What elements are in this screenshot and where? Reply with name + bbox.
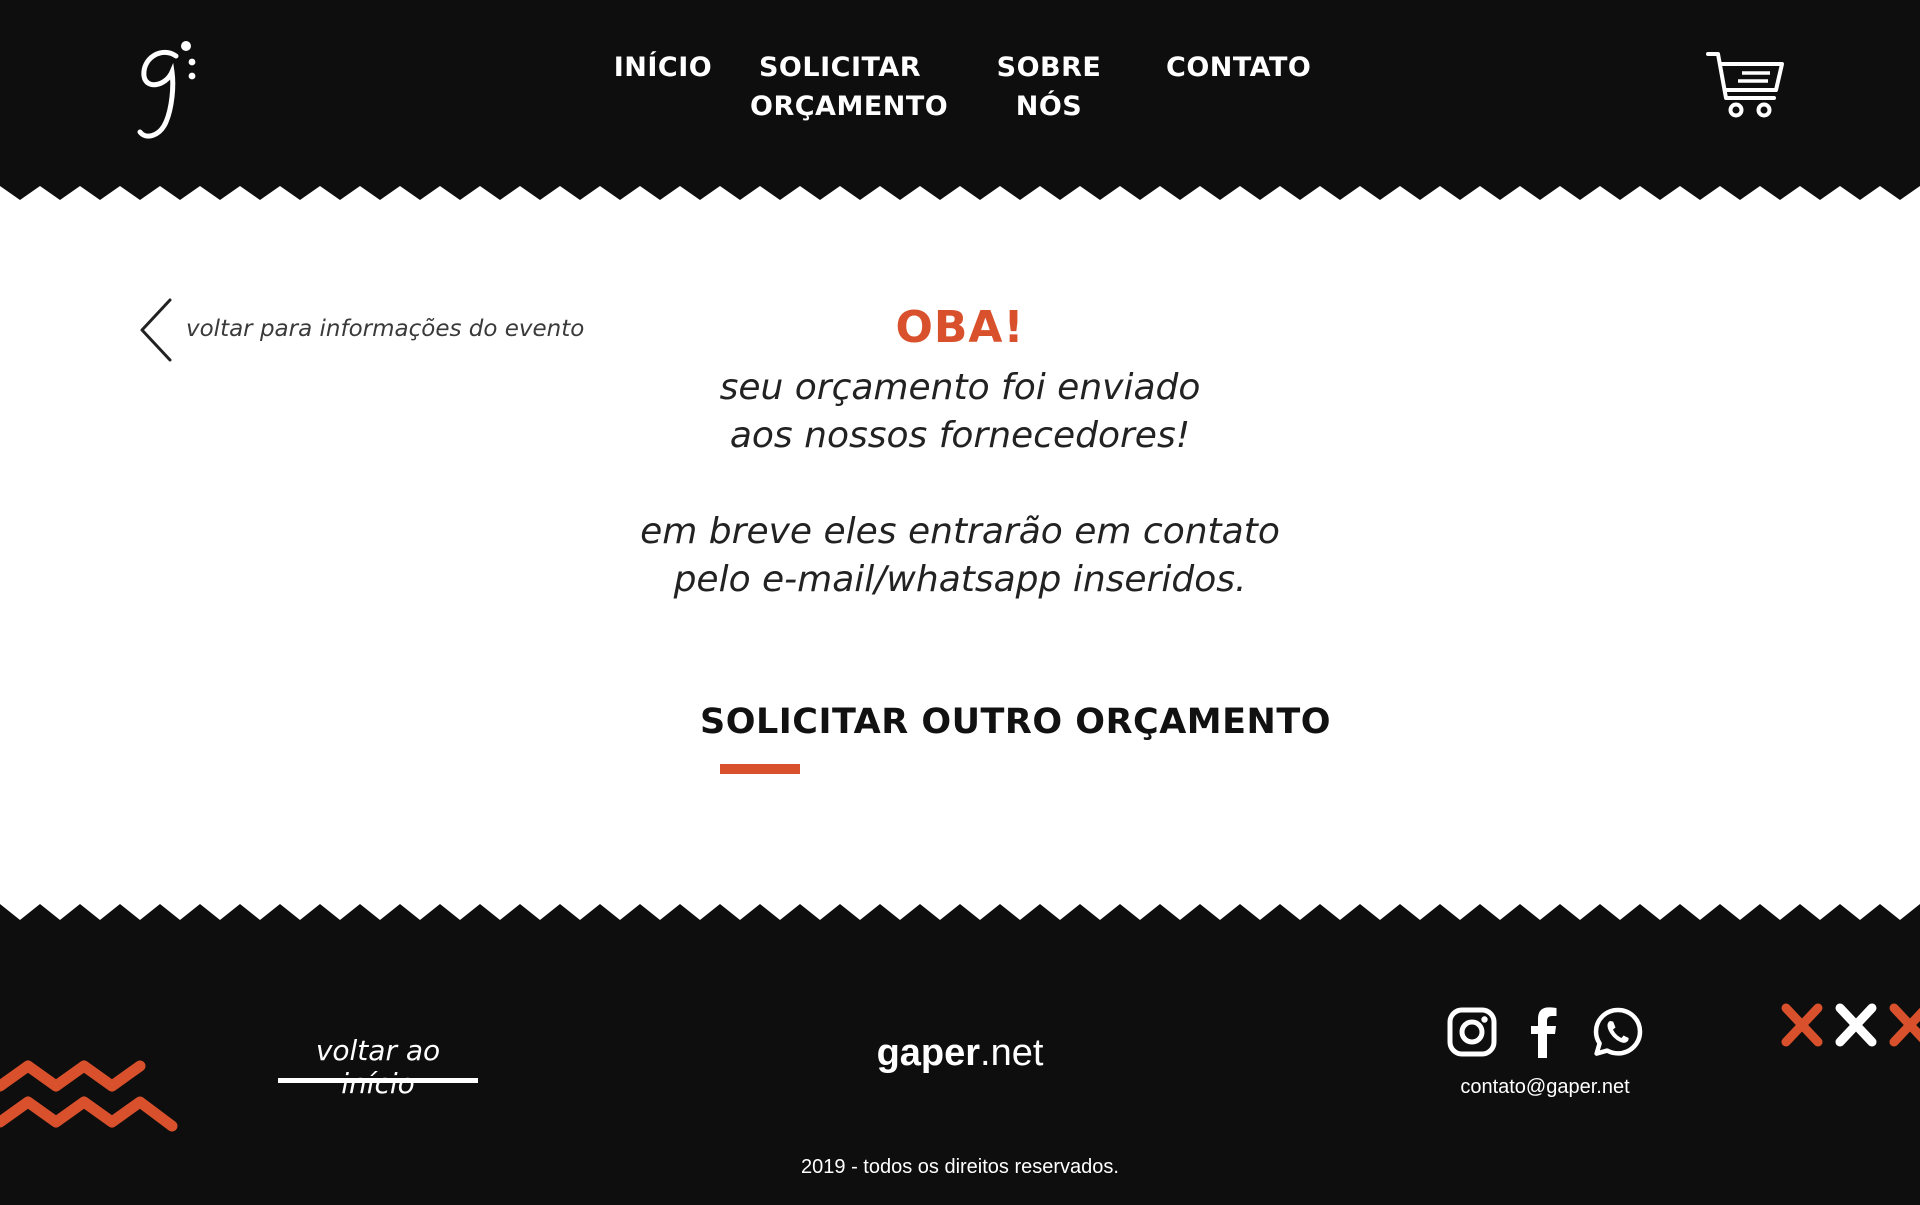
zigzag-decoration (0, 1060, 178, 1132)
brand-name-bold: gaper (876, 1032, 981, 1074)
success-message-line: seu orçamento foi enviado (719, 367, 1201, 408)
nav-item-inicio[interactable]: INÍCIO (596, 48, 730, 87)
cta-accent-underline (720, 764, 800, 774)
request-another-quote-button[interactable]: SOLICITAR OUTRO ORÇAMENTO (700, 702, 1330, 742)
gaper-logo[interactable] (132, 38, 202, 148)
nav-item-contato[interactable]: CONTATO (1166, 48, 1311, 87)
chevron-left-icon (140, 298, 172, 362)
nav-item-solicitar-orcamento[interactable]: SOLICITAR ORÇAMENTO (750, 48, 948, 126)
success-headline: OBA! (895, 302, 1025, 353)
x-marks-decoration (1781, 1003, 1920, 1047)
site-header: INÍCIO SOLICITAR ORÇAMENTO SOBRE NÓS CON… (0, 0, 1920, 186)
footer-brand: gaper.net (810, 1032, 1110, 1075)
brand-name-suffix: .net (980, 1032, 1044, 1074)
facebook-icon[interactable] (1518, 1006, 1570, 1058)
back-link-label: voltar para informações do evento (186, 316, 585, 342)
success-message-line: aos nossos fornecedores! (729, 415, 1191, 456)
footer-zigzag-border (0, 904, 1920, 924)
copyright-text: 2019 - todos os direitos reservados. (801, 1156, 1119, 1178)
whatsapp-icon[interactable] (1592, 1006, 1644, 1058)
back-to-event-link[interactable]: voltar para informações do evento (136, 296, 584, 364)
home-link-underline (278, 1078, 478, 1083)
contact-email-link[interactable]: contato@gaper.net (1400, 1076, 1690, 1099)
header-zigzag-border (0, 180, 1920, 200)
contact-message-line: em breve eles entrarão em contato (640, 511, 1280, 552)
instagram-icon[interactable] (1446, 1006, 1498, 1058)
cart-icon[interactable] (1706, 50, 1784, 120)
nav-item-sobre-nos[interactable]: SOBRE NÓS (970, 48, 1128, 126)
back-to-home-link[interactable]: voltar ao início (278, 1034, 478, 1100)
contact-message-line: pelo e-mail/whatsapp inseridos. (673, 559, 1247, 600)
